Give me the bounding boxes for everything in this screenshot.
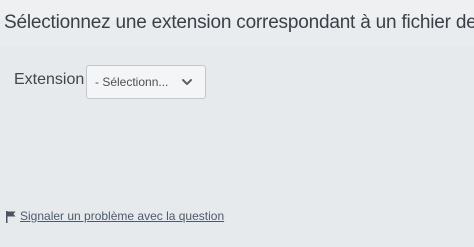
chevron-down-icon — [182, 79, 192, 85]
extension-select-value: - Sélectionn... — [95, 75, 169, 89]
report-problem-link[interactable]: Signaler un problème avec la question — [20, 209, 224, 223]
flag-icon — [6, 211, 16, 223]
extension-label: Extension : — [14, 71, 94, 88]
extension-select[interactable]: - Sélectionn... — [86, 65, 206, 99]
question-text: Sélectionnez une extension correspondant… — [4, 12, 474, 33]
